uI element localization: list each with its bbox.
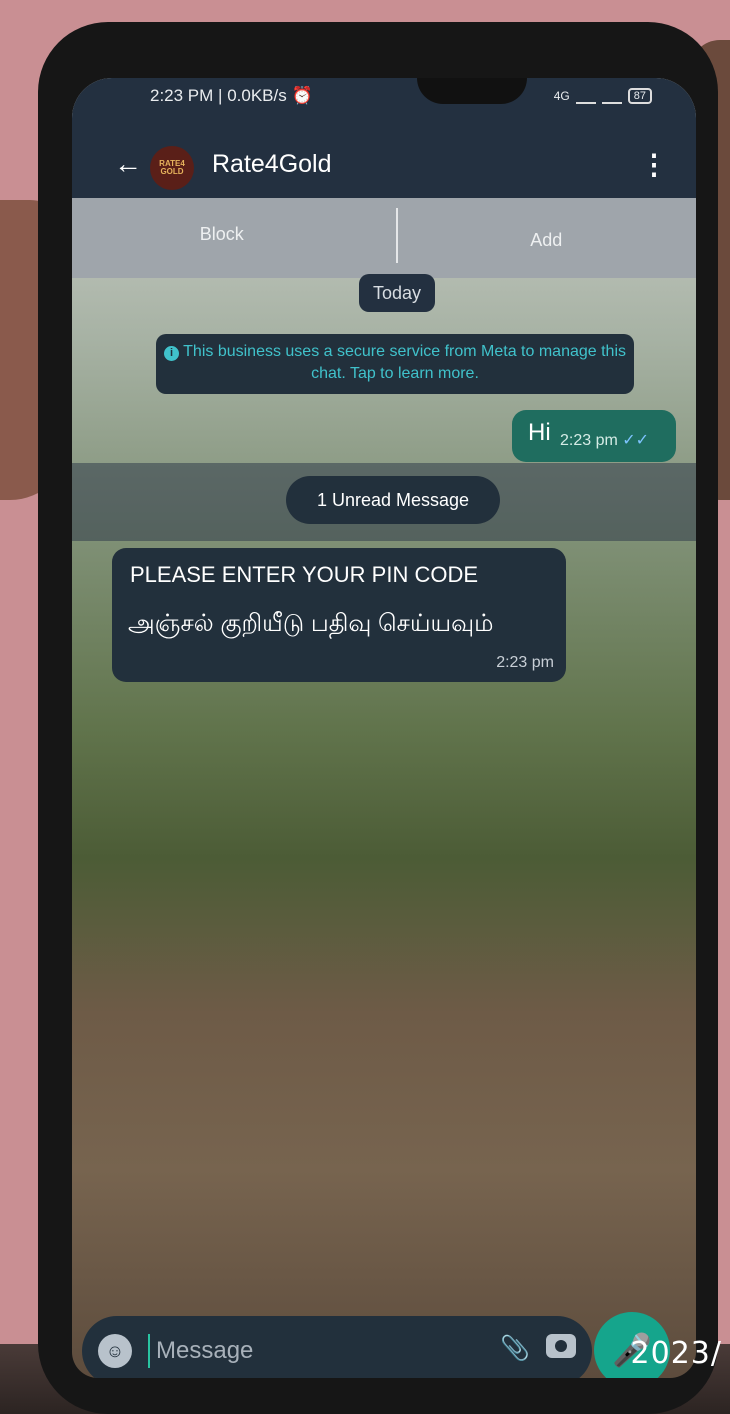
- alarm-icon: ⏰: [291, 86, 313, 105]
- signal-icon: [575, 88, 596, 104]
- message-line-2: அஞ்சல் குறியீடு பதிவு செய்யவும்: [128, 610, 494, 637]
- double-check-icon: ✓✓: [622, 432, 650, 449]
- message-input[interactable]: [148, 1334, 438, 1368]
- network-speed: 0.0KB/s: [227, 86, 287, 105]
- three-dots-vertical-icon[interactable]: ⋮: [640, 148, 668, 181]
- info-icon: i: [163, 346, 179, 361]
- status-bar: 2:23 PM | 0.0KB/s ⏰ 4G 87: [72, 78, 696, 136]
- message-time: 2:23 pm ✓✓: [560, 432, 650, 449]
- message-line-1: PLEASE ENTER YOUR PIN CODE: [130, 562, 479, 587]
- signal-icon: [601, 88, 622, 104]
- photo-date-stamp: 2023/: [630, 1336, 722, 1371]
- emoji-icon[interactable]: ☺: [98, 1334, 132, 1368]
- arrow-left-icon[interactable]: ←: [114, 148, 142, 180]
- battery-level: 87: [633, 90, 646, 102]
- camera-icon[interactable]: [546, 1334, 576, 1358]
- block-add-bar: Block Add: [72, 198, 696, 278]
- unread-label: 1 Unread Message: [286, 476, 500, 524]
- message-time: 2:23 pm: [496, 654, 554, 671]
- network-type: 4G: [553, 89, 570, 103]
- status-right: 4G 87: [554, 88, 652, 104]
- avatar[interactable]: RATE4 GOLD: [150, 146, 194, 190]
- add-button[interactable]: Add: [396, 230, 696, 251]
- paperclip-icon[interactable]: 📎: [500, 1334, 530, 1363]
- camera-notch: [417, 78, 527, 104]
- status-time: 2:23 PM: [150, 86, 214, 105]
- message-text: Hi: [528, 419, 551, 446]
- message-composer: ☺ 📎: [82, 1316, 592, 1378]
- battery-icon: 87: [627, 88, 652, 104]
- block-button[interactable]: Block: [72, 224, 372, 245]
- meta-notice[interactable]: i This business uses a secure service fr…: [156, 334, 634, 394]
- meta-notice-text: This business uses a secure service from…: [183, 343, 626, 382]
- chat-screen: 2:23 PM | 0.0KB/s ⏰ 4G 87 ← RATE4 GOLD R…: [72, 78, 696, 1378]
- status-left: 2:23 PM | 0.0KB/s ⏰: [150, 86, 313, 105]
- date-label: Today: [359, 274, 435, 312]
- incoming-message[interactable]: PLEASE ENTER YOUR PIN CODE அஞ்சல் குறியீ…: [112, 548, 566, 682]
- chat-header: ← RATE4 GOLD Rate4Gold ⋮: [72, 136, 696, 198]
- outgoing-message[interactable]: Hi 2:23 pm ✓✓: [512, 410, 676, 462]
- contact-title[interactable]: Rate4Gold: [212, 150, 332, 179]
